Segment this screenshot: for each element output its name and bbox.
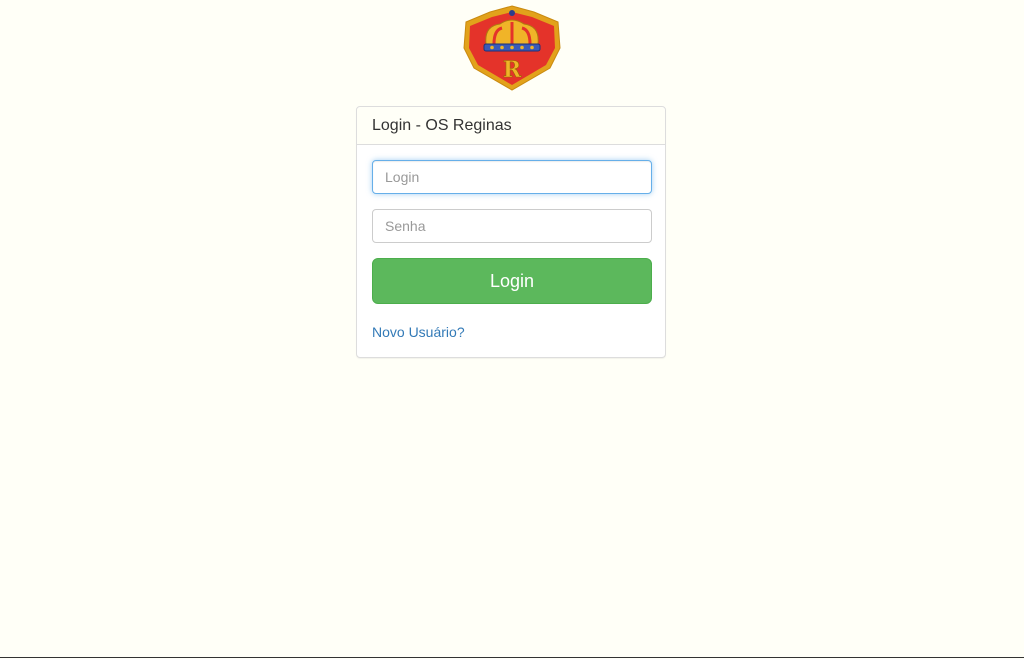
password-input[interactable] [372,209,652,243]
page-bottom-divider [0,657,1024,658]
new-user-link[interactable]: Novo Usuário? [372,324,465,340]
login-panel-title: Login - OS Reginas [357,107,665,145]
login-panel: Login - OS Reginas Login Novo Usuário? [356,106,666,358]
login-input[interactable] [372,160,652,194]
crown-r-shield-icon: R [462,4,562,92]
logo-letter: R [503,57,522,83]
login-form: Login Novo Usuário? [357,145,665,357]
login-button[interactable]: Login [372,258,652,304]
login-page: R Login - OS Reginas Login Novo Usuário? [0,0,1024,659]
